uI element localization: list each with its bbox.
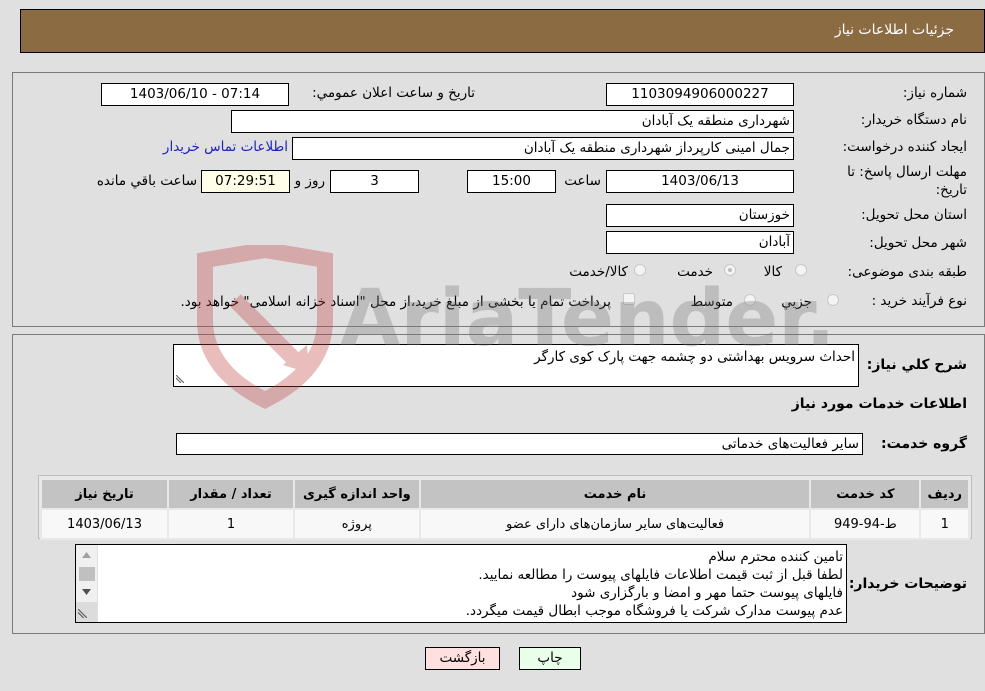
buyer-contact-link[interactable]: اطلاعات تماس خریدار [163, 139, 288, 155]
deadline-date-field[interactable]: 1403/06/13 [606, 170, 794, 193]
category-option-goods-service: کالا/خدمت [569, 264, 628, 280]
deadline-time-field[interactable]: 15:00 [467, 170, 556, 193]
requester-field[interactable]: جمال امینی کارپرداز شهرداری منطقه یک آبا… [292, 137, 794, 160]
requester-label: ایجاد کننده درخواست: [842, 139, 967, 155]
general-desc-text: احداث سرویس بهداشتی دو چشمه جهت پارک کوی… [534, 349, 855, 365]
days-label: روز و [294, 173, 325, 189]
need-number-field[interactable]: 1103094906000227 [606, 83, 794, 106]
cell-service-name: فعالیت‌های سایر سازمان‌های دارای عضو [418, 508, 812, 540]
category-radio-goods-service[interactable] [634, 264, 646, 276]
print-button[interactable]: چاپ [519, 647, 581, 670]
treasury-note: پرداخت تمام یا بخشی از مبلغ خرید،از محل … [180, 294, 611, 310]
city-field[interactable]: آبادان [606, 231, 794, 254]
col-need-date: تاریخ نیاز [39, 478, 170, 510]
province-field[interactable]: خوزستان [606, 204, 794, 227]
category-label: طبقه بندی موضوعی: [847, 264, 967, 280]
buyer-note-line: لطفا قبل از ثبت قیمت اطلاعات فایلهای پیو… [478, 567, 843, 583]
col-unit: واحد اندازه گیری [292, 478, 421, 510]
cell-row-number: 1 [919, 508, 970, 540]
days-remaining-field[interactable]: 3 [330, 170, 419, 193]
general-desc-label: شرح کلي نیاز: [866, 357, 967, 373]
category-radio-goods[interactable] [795, 264, 807, 276]
buyer-note-line: فایلهای پیوست حتما مهر و امضا و بارگزاری… [571, 585, 843, 601]
resize-handle-icon[interactable] [78, 609, 87, 618]
category-option-goods: کالا [763, 264, 782, 280]
deadline-label-line1: مهلت ارسال پاسخ: تا [847, 164, 967, 180]
treasury-checkbox[interactable] [623, 293, 635, 305]
purchase-option-medium: متوسط [690, 294, 733, 310]
scroll-down-icon[interactable] [82, 589, 91, 595]
scroll-thumb[interactable] [79, 567, 95, 581]
general-desc-textarea[interactable]: احداث سرویس بهداشتی دو چشمه جهت پارک کوی… [173, 344, 859, 387]
need-number-label: شماره نیاز: [902, 85, 967, 101]
buyer-notes-textarea[interactable]: تامین کننده محترم سلام لطفا قبل از ثبت ق… [75, 544, 847, 623]
col-row-number: ردیف [919, 478, 970, 510]
buyer-note-line: عدم پیوست مدارک شرکت یا فروشگاه موجب ابط… [465, 603, 843, 619]
announce-datetime-label: تاریخ و ساعت اعلان عمومي: [312, 85, 475, 101]
resize-handle-icon[interactable] [176, 375, 184, 383]
province-label: استان محل تحویل: [861, 207, 967, 223]
time-remaining-field[interactable]: 07:29:51 [201, 170, 290, 193]
time-remaining-label: ساعت باقي مانده [96, 173, 197, 189]
col-quantity: تعداد / مقدار [167, 478, 295, 510]
purchase-option-minor: جزیي [781, 294, 812, 310]
buyer-org-label: نام دستگاه خریدار: [860, 112, 967, 128]
page-header: جزئیات اطلاعات نیاز [20, 9, 985, 53]
buyer-org-field[interactable]: شهرداری منطقه یک آبادان [231, 110, 794, 133]
page-title: جزئیات اطلاعات نیاز [834, 22, 954, 38]
cell-need-date: 1403/06/13 [39, 508, 170, 540]
purchase-type-label: نوع فرآیند خرید : [871, 293, 967, 309]
cell-quantity: 1 [167, 508, 295, 540]
table-header-row: ردیف کد خدمت نام خدمت واحد اندازه گیری ت… [39, 478, 970, 510]
cell-unit: پروژه [292, 508, 421, 540]
category-option-service: خدمت [677, 264, 713, 280]
buyer-note-line: تامین کننده محترم سلام [708, 549, 843, 565]
services-heading: اطلاعات خدمات مورد نیاز [791, 396, 967, 412]
scroll-up-icon[interactable] [82, 552, 91, 558]
notes-scrollbar[interactable] [76, 545, 98, 622]
col-service-name: نام خدمت [418, 478, 812, 510]
city-label: شهر محل تحویل: [869, 235, 967, 251]
col-service-code: کد خدمت [809, 478, 922, 510]
service-group-label: گروه خدمت: [881, 436, 967, 452]
deadline-time-label: ساعت [564, 173, 601, 189]
deadline-label-line2: تاریخ: [935, 182, 967, 198]
cell-service-code: ط-94-949 [809, 508, 922, 540]
services-table-container: ردیف کد خدمت نام خدمت واحد اندازه گیری ت… [38, 475, 972, 540]
back-button[interactable]: بازگشت [425, 647, 500, 670]
buyer-notes-text: تامین کننده محترم سلام لطفا قبل از ثبت ق… [466, 548, 843, 620]
services-table: ردیف کد خدمت نام خدمت واحد اندازه گیری ت… [39, 478, 970, 540]
service-group-field[interactable]: سایر فعالیت‌های خدماتی [176, 433, 863, 455]
category-radio-service[interactable] [724, 264, 736, 276]
buyer-notes-label: توضیحات خریدار: [848, 576, 967, 592]
purchase-radio-medium[interactable] [744, 294, 756, 306]
table-row: 1 ط-94-949 فعالیت‌های سایر سازمان‌های دا… [39, 508, 970, 540]
announce-datetime-field[interactable]: 1403/06/10 - 07:14 [101, 83, 289, 106]
purchase-radio-minor[interactable] [827, 294, 839, 306]
